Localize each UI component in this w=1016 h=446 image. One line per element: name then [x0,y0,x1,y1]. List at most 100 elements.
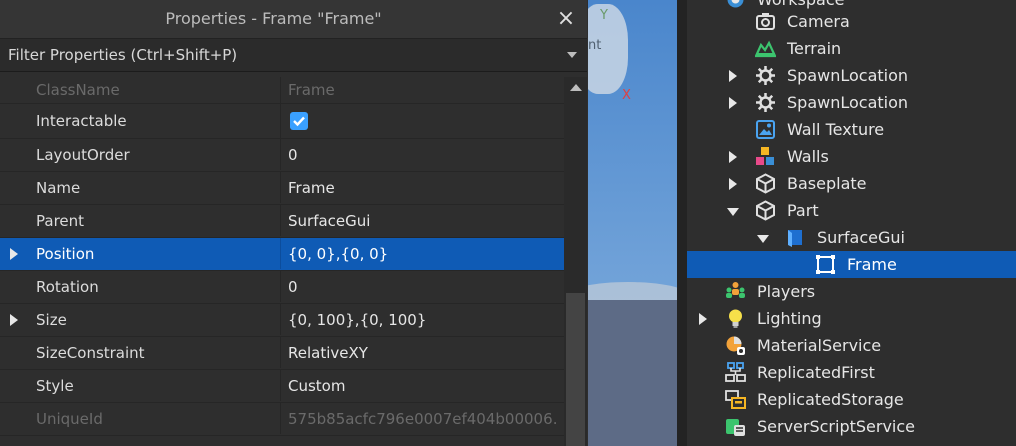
property-row-classname[interactable]: ClassName Frame [0,77,564,104]
replicated-first-icon [725,362,746,383]
property-row-name[interactable]: Name Frame [0,172,564,205]
explorer-panel: Workspace Camera Terrain SpawnLocation S… [687,0,1016,446]
tree-item-replicatedfirst[interactable]: ReplicatedFirst [687,359,1016,386]
tree-item-lighting[interactable]: Lighting [687,305,1016,332]
expand-arrow-icon[interactable] [699,313,707,325]
tree-item-label: Lighting [757,309,822,328]
viewport-text-fragment: nt [588,38,602,53]
terrain-icon [754,38,777,59]
property-row-rotation[interactable]: Rotation 0 [0,271,564,304]
expand-arrow-icon[interactable] [729,97,737,109]
column-divider [280,139,281,170]
column-divider [280,172,281,203]
property-value: {0, 0},{0, 0} [288,245,389,263]
part-icon [755,173,776,194]
tree-item-label: Frame [847,255,897,274]
tree-item-label: Part [787,201,819,220]
expand-arrow-icon[interactable] [729,151,737,163]
tree-item-label: ReplicatedStorage [757,390,904,409]
property-row-sizeconstraint[interactable]: SizeConstraint RelativeXY [0,337,564,370]
material-service-icon [725,335,746,356]
tree-item-label: Wall Texture [787,120,885,139]
property-name: ClassName [36,81,120,99]
column-divider [280,370,281,401]
tree-item-wall-texture[interactable]: Wall Texture [687,116,1016,143]
part-icon [755,200,776,221]
property-value: Frame [288,179,335,197]
tree-item-baseplate[interactable]: Baseplate [687,170,1016,197]
collapse-arrow-icon[interactable] [757,235,769,243]
property-row-layoutorder[interactable]: LayoutOrder 0 [0,139,564,172]
tree-item-spawnlocation[interactable]: SpawnLocation [687,62,1016,89]
property-value: RelativeXY [288,344,368,362]
column-divider [280,77,281,104]
properties-panel: Properties - Frame "Frame" × Filter Prop… [0,0,587,446]
lighting-icon [725,308,746,329]
tree-item-label: ServerScriptService [757,417,916,436]
spawn-location-icon [755,65,776,86]
expand-arrow-icon[interactable] [729,70,737,82]
filter-placeholder: Filter Properties (Ctrl+Shift+P) [8,46,238,64]
property-value: {0, 100},{0, 100} [288,311,427,329]
collapse-arrow-icon[interactable] [727,208,739,216]
tree-item-players[interactable]: Players [687,278,1016,305]
property-row-uniqueid[interactable]: UniqueId 575b85acfc796e0007ef404b00006… [0,403,564,436]
expand-arrow-icon[interactable] [10,314,18,326]
filter-properties-input[interactable]: Filter Properties (Ctrl+Shift+P) [0,39,587,72]
spawn-location-icon [755,92,776,113]
chevron-down-icon[interactable] [567,52,577,58]
tree-item-serverscriptservice[interactable]: ServerScriptService [687,413,1016,440]
tree-item-surfacegui[interactable]: SurfaceGui [687,224,1016,251]
frame-icon [815,254,836,275]
property-row-parent[interactable]: Parent SurfaceGui [0,205,564,238]
tree-item-part[interactable]: Part [687,197,1016,224]
3d-viewport[interactable]: Y nt X [588,0,677,446]
tree-item-replicatedstorage[interactable]: ReplicatedStorage [687,386,1016,413]
tree-item-frame[interactable]: Frame [687,251,1016,278]
tree-item-camera[interactable]: Camera [687,8,1016,35]
property-name: Name [36,179,81,197]
tree-item-walls[interactable]: Walls [687,143,1016,170]
axis-x-label: X [622,88,631,103]
interactable-checkbox[interactable] [290,112,308,130]
close-icon[interactable]: × [553,6,579,32]
camera-icon [755,11,776,32]
tree-item-spawnlocation-2[interactable]: SpawnLocation [687,89,1016,116]
property-row-style[interactable]: Style Custom [0,370,564,403]
column-divider [280,238,281,269]
column-divider [280,337,281,368]
tree-item-label: MaterialService [757,336,882,355]
property-row-size[interactable]: Size {0, 100},{0, 100} [0,304,564,337]
tree-item-materialservice[interactable]: MaterialService [687,332,1016,359]
properties-scrollbar[interactable] [564,77,587,446]
property-name: Position [36,245,95,263]
expand-arrow-icon[interactable] [729,178,737,190]
tree-item-label: SurfaceGui [817,228,905,247]
tree-item-terrain[interactable]: Terrain [687,35,1016,62]
expand-arrow-icon[interactable] [10,248,18,260]
property-value: SurfaceGui [288,212,371,230]
players-icon [725,281,746,302]
column-divider [280,271,281,302]
surface-gui-icon [785,227,806,248]
property-value: Custom [288,377,346,395]
scrollbar-thumb[interactable] [566,293,585,446]
column-divider [280,104,281,139]
property-name: SizeConstraint [36,344,145,362]
checkmark-icon [293,116,305,127]
tree-item-label: Players [757,282,816,301]
property-row-interactable[interactable]: Interactable [0,104,564,139]
scroll-up-arrow-icon[interactable] [570,84,582,91]
properties-list: ClassName Frame Interactable LayoutOrder… [0,77,564,436]
server-script-service-icon [725,416,746,437]
properties-titlebar[interactable]: Properties - Frame "Frame" × [0,0,587,39]
property-row-position[interactable]: Position {0, 0},{0, 0} [0,238,564,271]
property-value: 0 [288,146,298,164]
column-divider [280,403,281,434]
tree-item-label: Terrain [787,39,842,58]
tree-item-label: Baseplate [787,174,867,193]
model-icon [755,146,776,167]
panel-splitter[interactable] [677,0,687,446]
property-value: 0 [288,278,298,296]
replicated-storage-icon [725,389,746,410]
